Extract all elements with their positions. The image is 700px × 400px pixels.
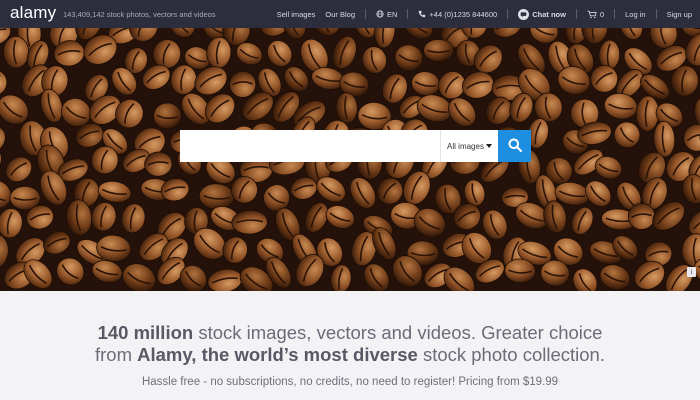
search-input[interactable] [180, 130, 440, 162]
nav-divider [507, 9, 509, 19]
language-label: EN [387, 9, 398, 19]
nav-divider [614, 9, 616, 19]
image-type-dropdown[interactable]: All images [440, 130, 498, 162]
cart-link[interactable]: 0 [587, 10, 604, 19]
nav-divider [655, 9, 657, 19]
promo-headline: 140 million stock images, vectors and vi… [0, 322, 700, 366]
chat-icon [518, 8, 530, 20]
top-navigation-bar: alamy 143,409,142 stock photos, vectors … [0, 0, 700, 28]
header-nav: Sell images Our Blog EN +44 (0)1235 8446… [277, 0, 692, 28]
alamy-logo[interactable]: alamy [10, 3, 56, 23]
log-in-link[interactable]: Log in [625, 10, 645, 19]
cart-icon [587, 10, 597, 19]
nav-divider [407, 9, 409, 19]
promo-headline-line-2: from Alamy, the world’s most diverse sto… [0, 344, 700, 366]
nav-divider [575, 9, 577, 19]
promo-text: stock images, vectors and videos. Greate… [193, 322, 603, 343]
promo-highlight: 140 million [97, 322, 194, 343]
sign-up-link[interactable]: Sign up [667, 10, 692, 19]
site-tagline: 143,409,142 stock photos, vectors and vi… [63, 10, 216, 19]
promo-headline-line-1: 140 million stock images, vectors and vi… [0, 322, 700, 344]
language-selector[interactable]: EN [376, 10, 397, 19]
cart-count: 0 [599, 9, 605, 19]
phone-link[interactable]: +44 (0)1235 844600 [418, 10, 497, 19]
globe-icon [376, 10, 384, 18]
search-bar: All images [180, 130, 531, 162]
promo-text: from [95, 344, 138, 365]
promo-subline: Hassle free - no subscriptions, no credi… [141, 376, 559, 388]
sell-images-link[interactable]: Sell images [277, 10, 316, 19]
chevron-down-icon [485, 144, 492, 148]
info-icon[interactable]: i [687, 267, 696, 277]
chat-now-link[interactable]: Chat now [518, 8, 566, 20]
chat-now-label: Chat now [532, 9, 566, 19]
promo-highlight: Alamy, the world’s most diverse [137, 344, 418, 365]
nav-divider [365, 9, 366, 19]
phone-number: +44 (0)1235 844600 [429, 9, 498, 19]
search-button[interactable] [498, 130, 531, 162]
search-icon [508, 138, 522, 155]
promo-text: stock photo collection. [417, 344, 605, 365]
phone-icon [418, 10, 426, 18]
image-type-selected: All images [447, 141, 484, 151]
our-blog-link[interactable]: Our Blog [325, 10, 355, 19]
